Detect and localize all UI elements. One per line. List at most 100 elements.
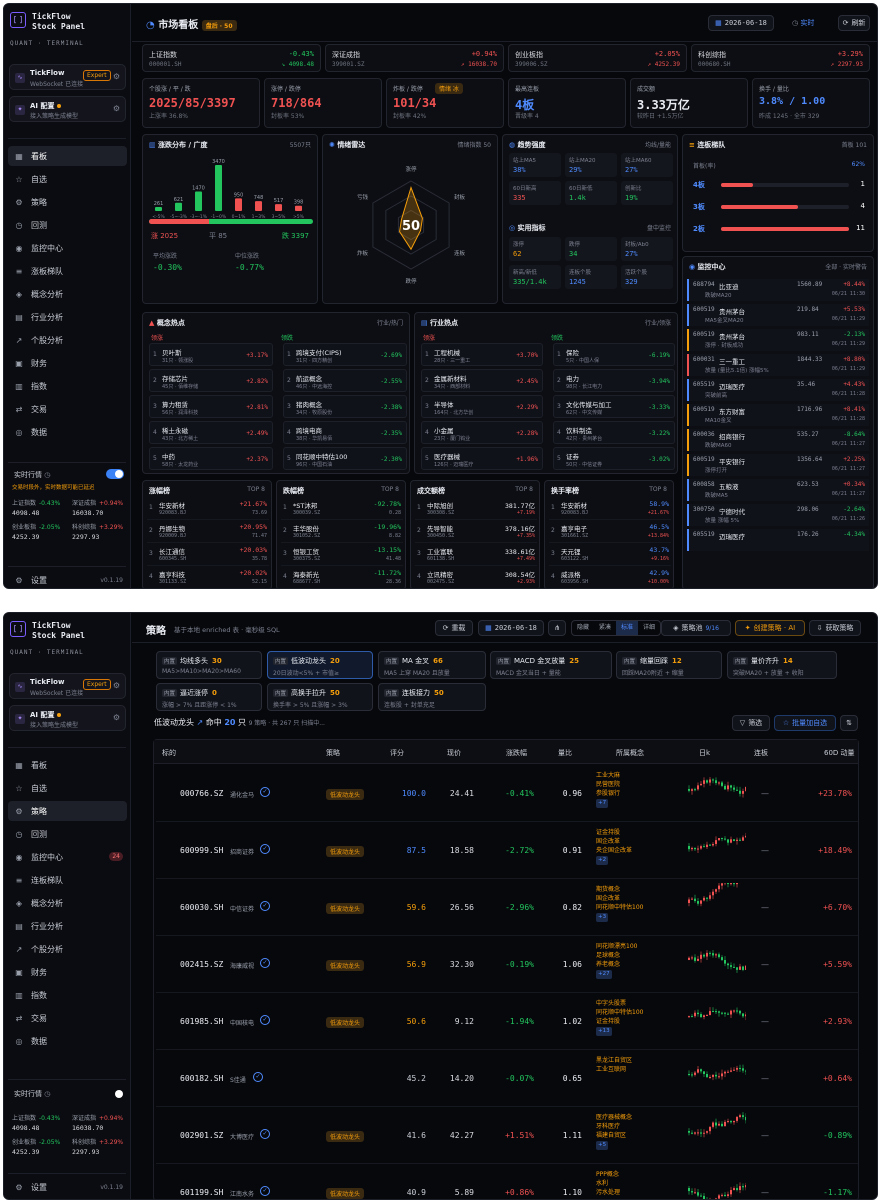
fetch-strategy-button[interactable]: ⇩ 获取策略: [809, 620, 861, 636]
realtime-toggle[interactable]: [106, 469, 124, 479]
live-indicator[interactable]: ◷ 实时: [792, 18, 814, 28]
batch-add-button[interactable]: ☆ 批量加自选: [774, 715, 836, 731]
monitor-item[interactable]: 300750 宁德时代 放量 涨幅 5% 298.06 -2.64% 06/21 11:2…: [687, 504, 869, 526]
rank-row[interactable]: 3 恒银工贸 300375.SZ -13.15% 41.48: [281, 545, 403, 566]
monitor-item[interactable]: 688794 比亚迪 跌破MA20 1560.89 +8.44% 06/21 11:30: [687, 279, 869, 301]
monitor-item[interactable]: 600519 东方财富 MA10金叉 1716.96 +8.41% 06/21 11:28: [687, 404, 869, 426]
table-row[interactable]: 600030.SH 中信证券 ✓ 低波动龙头 59.6 26.56 -2.96% 0.82 期货…: [156, 874, 858, 936]
more-concepts[interactable]: +27: [596, 970, 612, 979]
rank-row[interactable]: 1 华安新材 920083.BJ 58.9% +21.67%: [549, 499, 671, 520]
gear-icon[interactable]: ⚙: [113, 681, 120, 690]
hot-item[interactable]: 3 半导体 164只 · 北方华创 +2.29%: [421, 395, 543, 418]
share-button[interactable]: ⋔: [548, 620, 566, 636]
rank-row[interactable]: 2 丹娜生物 920009.BJ +20.95% 71.47: [147, 522, 269, 543]
rank-row[interactable]: 3 天元锂 603122.SH 43.7% +9.16%: [549, 545, 671, 566]
create-strategy-button[interactable]: ✦ 创建策略 · AI: [735, 620, 805, 636]
strategy-tag[interactable]: 内置 逼近涨停 0 涨幅 > 7% 且距涨停 < 1%: [156, 683, 262, 711]
density-option[interactable]: 详细: [638, 621, 660, 635]
refresh-button[interactable]: ⟳ 刷新: [838, 15, 870, 31]
nav-item-4[interactable]: ◷ 回测: [8, 215, 127, 235]
table-header-cell[interactable]: 策略: [326, 748, 340, 758]
strategy-tag[interactable]: 内置 低波动龙头 20 20日波动<5% + 市值≥: [267, 651, 373, 679]
hot-item[interactable]: 4 小金属 23只 · 厦门钨业 +2.28%: [421, 421, 543, 444]
ai-config-card[interactable]: ✦ AI 配置 接入策略生成模型 ⚙: [9, 705, 126, 731]
rank-row[interactable]: 4 威派格 603956.SH 42.9% +10.00%: [549, 568, 671, 588]
index-card[interactable]: 创业板指 399006.SZ +2.05% ↗ 4252.39: [508, 44, 687, 72]
stock-code[interactable]: 601199.SH: [180, 1188, 223, 1197]
hot-item[interactable]: 2 航运概念 46只 · 中远海控 -2.55%: [283, 369, 407, 392]
hot-item[interactable]: 5 同花顺中特估100 96只 · 中国石油 -2.30%: [283, 447, 407, 470]
monitor-item[interactable]: 605519 迈瑞医疗 突破前高 35.46 +4.43% 06/21 11:28: [687, 379, 869, 401]
reload-button[interactable]: ⟳ 重载: [435, 620, 473, 636]
monitor-item[interactable]: 600036 招商银行 跌破MA60 535.27 -8.64% 06/21 11:27: [687, 429, 869, 451]
more-concepts[interactable]: +5: [596, 1141, 609, 1150]
monitor-item[interactable]: 600519 贵州茅台 涨停 · 封板成功 983.11 -2.13% 06/21 11:…: [687, 329, 869, 351]
ladder-row[interactable]: 3板 4: [693, 199, 865, 215]
density-option[interactable]: 标准: [616, 621, 639, 635]
more-concepts[interactable]: +7: [596, 799, 609, 808]
table-row[interactable]: 601985.SH 中国核电 ✓ 低波动龙头 50.6 9.12 -1.94% 1.02 中字头…: [156, 993, 858, 1050]
nav-item-1[interactable]: ▦ 看板: [8, 755, 127, 775]
hot-item[interactable]: 1 保险 5只 · 中国人保 -6.19%: [553, 343, 675, 366]
rank-row[interactable]: 2 先导智能 300450.SZ 378.16亿 +7.35%: [415, 522, 537, 543]
nav-item-2[interactable]: ☆ 自选: [8, 778, 127, 798]
settings-link[interactable]: ⚙ 设置 v0.1.19: [8, 1177, 127, 1197]
nav-item-6[interactable]: ≡ 涨板梯队: [8, 261, 127, 281]
strategy-tag[interactable]: 内置 MA 金叉 66 MA5 上穿 MA20 且放量: [378, 651, 486, 679]
monitor-item[interactable]: 600858 五粮液 跌破MA5 623.53 +0.34% 06/21 11:27: [687, 479, 869, 501]
hot-item[interactable]: 2 存储芯片 45只 · 佰维存储 +2.82%: [149, 369, 273, 392]
hot-item[interactable]: 2 金属新材料 34只 · 西部材料 +2.45%: [421, 369, 543, 392]
table-header-cell[interactable]: 所属概念: [616, 748, 644, 758]
strategy-tag[interactable]: 内置 均线多头 30 MA5>MA10>MA20>MA60: [156, 651, 262, 679]
date-picker[interactable]: ▦ 2026-06-18: [478, 620, 544, 636]
nav-item-12[interactable]: ⇄ 交易: [8, 399, 127, 419]
rank-row[interactable]: 4 海泰新光 688677.SH -11.72% 28.36: [281, 568, 403, 588]
rank-row[interactable]: 4 立讯精密 002475.SZ 308.54亿 +2.93%: [415, 568, 537, 588]
nav-item-7[interactable]: ◈ 概念分析: [8, 284, 127, 304]
more-concepts[interactable]: +13: [596, 1027, 612, 1036]
nav-item-9[interactable]: ↗ 个股分析: [8, 939, 127, 959]
index-card[interactable]: 科创综指 000680.SH +3.29% ↗ 2297.93: [691, 44, 870, 72]
table-header-cell[interactable]: 涨跌幅: [506, 748, 527, 758]
nav-item-10[interactable]: ▣ 财务: [8, 353, 127, 373]
nav-item-11[interactable]: ▥ 指数: [8, 985, 127, 1005]
filter-button[interactable]: ▽ 筛选: [732, 715, 770, 731]
hot-item[interactable]: 1 贝叶斯 31只 · 领涨股 +3.17%: [149, 343, 273, 366]
density-option[interactable]: 隐藏: [572, 621, 594, 635]
tickflow-card[interactable]: ∿ TickFlow WebSocket 已连接 Expert ⚙: [9, 64, 126, 90]
strategy-tag[interactable]: 内置 量价齐升 14 突破MA20 + 放量 + 收阳: [727, 651, 837, 679]
rank-row[interactable]: 3 长江通信 600345.SH +20.03% 35.78: [147, 545, 269, 566]
index-card[interactable]: 上证指数 000001.SH -0.43% ↘ 4098.48: [142, 44, 321, 72]
nav-item-6[interactable]: ≡ 连板梯队: [8, 870, 127, 890]
hot-item[interactable]: 4 跨境电商 38只 · 华凯易佰 -2.35%: [283, 421, 407, 444]
hot-item[interactable]: 4 饮料制造 42只 · 贵州茅台 -3.22%: [553, 421, 675, 444]
nav-item-3[interactable]: ⚙ 策略: [8, 801, 127, 821]
hot-item[interactable]: 3 猪肉概念 34只 · 牧原股份 -2.38%: [283, 395, 407, 418]
more-concepts[interactable]: +2: [596, 856, 609, 865]
strategy-tag[interactable]: 内置 高换手拉升 50 换手率 > 5% 且涨幅 > 3%: [267, 683, 373, 711]
rank-row[interactable]: 1 *ST沐邦 300039.SZ -92.78% 0.28: [281, 499, 403, 520]
ladder-row[interactable]: 4板 1: [693, 177, 865, 193]
monitor-item[interactable]: 600519 贵州茅台 MA5金叉MA20 219.84 +5.53% 06/21 11:…: [687, 304, 869, 326]
hot-item[interactable]: 3 文化传媒与加工 62只 · 中文传媒 -3.33%: [553, 395, 675, 418]
rank-row[interactable]: 2 嘉亨电子 301661.SZ 46.5% +13.84%: [549, 522, 671, 543]
stock-code[interactable]: 600999.SH: [180, 846, 223, 855]
nav-item-5[interactable]: ◉ 监控中心: [8, 238, 127, 258]
nav-item-11[interactable]: ▥ 指数: [8, 376, 127, 396]
rank-row[interactable]: 1 华安新材 920083.BJ +21.67% 73.69: [147, 499, 269, 520]
rank-row[interactable]: 4 嘉亨科技 301133.SZ +20.02% 52.15: [147, 568, 269, 588]
strategy-tag[interactable]: 内置 MACD 金叉放量 25 MACD 金叉当日 + 量能: [490, 651, 612, 679]
rank-row[interactable]: 1 中际旭创 300308.SZ 381.77亿 +7.19%: [415, 499, 537, 520]
nav-item-5[interactable]: ◉ 监控中心 24: [8, 847, 127, 867]
nav-item-13[interactable]: ◎ 数据: [8, 1031, 127, 1051]
table-row[interactable]: 601199.SH 江南水务 ✓ 低波动龙头 40.9 5.89 +0.86% 1.10 PPP…: [156, 1164, 858, 1199]
nav-item-9[interactable]: ↗ 个股分析: [8, 330, 127, 350]
rank-row[interactable]: 2 丰华股份 301052.SZ -19.96% 8.82: [281, 522, 403, 543]
index-card[interactable]: 深证成指 399001.SZ +0.94% ↗ 16038.70: [325, 44, 504, 72]
monitor-item[interactable]: 605519 迈瑞医疗 176.26 -4.34%: [687, 529, 869, 551]
nav-item-8[interactable]: ▤ 行业分析: [8, 307, 127, 327]
sort-button[interactable]: ⇅: [840, 715, 858, 731]
nav-item-2[interactable]: ☆ 自选: [8, 169, 127, 189]
stock-code[interactable]: 002901.SZ: [180, 1131, 223, 1140]
stock-code[interactable]: 600182.SH: [180, 1074, 223, 1083]
